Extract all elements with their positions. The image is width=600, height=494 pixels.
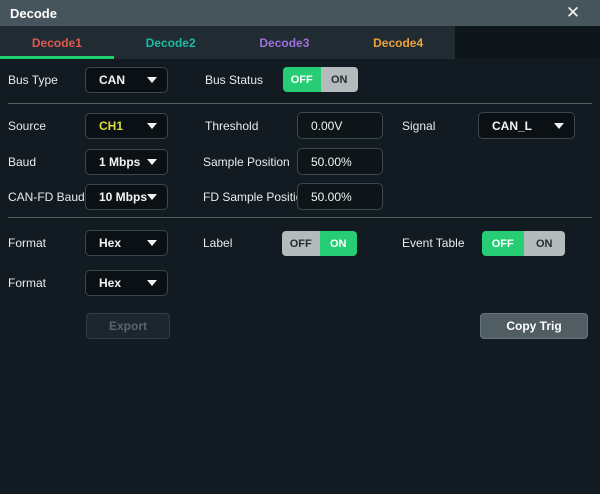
event-table-toggle[interactable]: OFF ON: [482, 231, 565, 256]
bus-type-label: Bus Type: [8, 67, 58, 93]
canfd-baud-value: 10 Mbps: [86, 190, 147, 204]
format-label: Format: [8, 230, 46, 256]
format2-value: Hex: [86, 276, 121, 290]
chevron-down-icon: [147, 77, 157, 83]
chevron-down-icon: [147, 280, 157, 286]
event-table-label: Event Table: [402, 230, 465, 256]
active-tab-underline: [0, 56, 114, 59]
sample-position-label: Sample Position: [203, 149, 290, 175]
tab-decode1[interactable]: Decode1: [0, 26, 114, 59]
label-toggle[interactable]: OFF ON: [282, 231, 357, 256]
tab-decode1-label: Decode1: [32, 36, 82, 50]
label-off[interactable]: OFF: [282, 231, 320, 256]
sample-position-value: 50.00%: [298, 155, 352, 169]
source-dropdown[interactable]: CH1: [85, 113, 168, 139]
bus-status-off[interactable]: OFF: [283, 67, 321, 92]
sample-position-input[interactable]: 50.00%: [297, 148, 383, 175]
threshold-value: 0.00V: [298, 119, 342, 133]
source-label: Source: [8, 113, 46, 139]
bus-status-label: Bus Status: [205, 67, 263, 93]
format-value: Hex: [86, 236, 121, 250]
chevron-down-icon: [147, 159, 157, 165]
tab-decode3[interactable]: Decode3: [228, 26, 342, 59]
signal-label: Signal: [402, 113, 435, 139]
format-dropdown[interactable]: Hex: [85, 230, 168, 256]
event-table-on[interactable]: ON: [524, 231, 566, 256]
decode-dialog: Decode ✕ Decode1 Decode2 Decode3 Decode4…: [0, 0, 600, 494]
signal-dropdown[interactable]: CAN_L: [478, 112, 575, 139]
fd-sample-position-value: 50.00%: [298, 190, 352, 204]
format2-label: Format: [8, 270, 46, 296]
bus-type-dropdown[interactable]: CAN: [85, 67, 168, 93]
baud-value: 1 Mbps: [86, 155, 140, 169]
baud-label: Baud: [8, 149, 36, 175]
tab-decode2[interactable]: Decode2: [114, 26, 228, 59]
threshold-input[interactable]: 0.00V: [297, 112, 383, 139]
canfd-baud-label: CAN-FD Baud: [8, 184, 85, 210]
tab-decode3-label: Decode3: [259, 36, 309, 50]
title-bar: Decode ✕: [0, 0, 600, 27]
separator: [8, 217, 592, 218]
chevron-down-icon: [147, 123, 157, 129]
chevron-down-icon: [147, 194, 157, 200]
tab-list: Decode1 Decode2 Decode3 Decode4: [0, 26, 455, 59]
chevron-down-icon: [147, 240, 157, 246]
export-button[interactable]: Export: [86, 313, 170, 339]
format2-dropdown[interactable]: Hex: [85, 270, 168, 296]
tab-decode4[interactable]: Decode4: [341, 26, 455, 59]
fd-sample-position-input[interactable]: 50.00%: [297, 183, 383, 210]
separator: [8, 103, 592, 104]
chevron-down-icon: [554, 123, 564, 129]
label-on[interactable]: ON: [320, 231, 358, 256]
fd-sample-position-label: FD Sample Position: [203, 184, 309, 210]
label-toggle-label: Label: [203, 230, 232, 256]
canfd-baud-dropdown[interactable]: 10 Mbps: [85, 184, 168, 210]
baud-dropdown[interactable]: 1 Mbps: [85, 149, 168, 175]
signal-value: CAN_L: [479, 119, 532, 133]
copy-trig-button[interactable]: Copy Trig: [480, 313, 588, 339]
tab-strip: Decode1 Decode2 Decode3 Decode4: [0, 26, 600, 59]
dialog-title: Decode: [0, 6, 57, 21]
bus-type-value: CAN: [86, 73, 125, 87]
bus-status-on[interactable]: ON: [321, 67, 359, 92]
tab-decode2-label: Decode2: [146, 36, 196, 50]
tab-decode4-label: Decode4: [373, 36, 423, 50]
threshold-label: Threshold: [205, 113, 258, 139]
bus-status-toggle[interactable]: OFF ON: [283, 67, 358, 92]
event-table-off[interactable]: OFF: [482, 231, 524, 256]
close-icon[interactable]: ✕: [560, 0, 586, 26]
source-value: CH1: [86, 119, 123, 133]
